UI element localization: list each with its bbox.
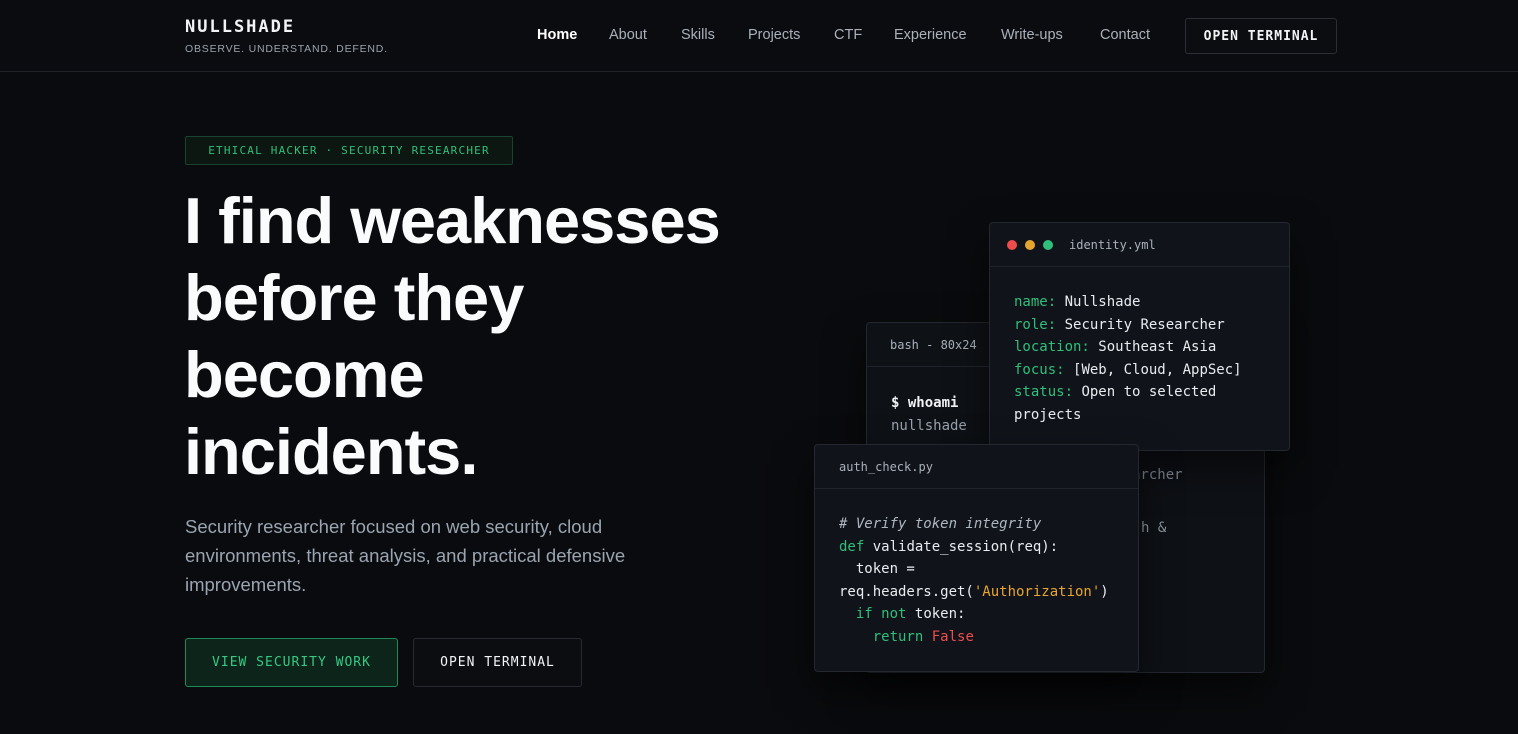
hero-headline: I find weaknesses before they become inc… [184, 182, 784, 490]
identity-field: role: Security Researcher [1014, 314, 1265, 337]
role-badge: ETHICAL HACKER · SECURITY RESEARCHER [185, 136, 513, 165]
code-literal: False [931, 628, 974, 645]
minimize-dot-icon [1025, 239, 1035, 250]
code-text: req.headers.get( [839, 583, 974, 600]
field-key: location: [1014, 339, 1090, 355]
brand-tagline: OBSERVE. UNDERSTAND. DEFEND. [185, 43, 388, 55]
identity-title: identity.yml [1069, 237, 1156, 252]
headline-line: I find weaknesses [184, 184, 721, 257]
bash-command: $ whoami [891, 395, 959, 411]
field-value: Southeast Asia [1098, 339, 1217, 355]
nav-skills[interactable]: Skills [681, 27, 715, 43]
code-text: token = [839, 561, 915, 577]
open-terminal-button[interactable]: OPEN TERMINAL [413, 638, 582, 687]
nav-experience[interactable]: Experience [894, 27, 967, 43]
code-keyword: not [881, 606, 907, 622]
nav-projects[interactable]: Projects [748, 27, 800, 43]
identity-titlebar: identity.yml [990, 223, 1289, 267]
auth-check-window: auth_check.py # Verify token integrity d… [814, 444, 1139, 672]
open-terminal-header-button[interactable]: OPEN TERMINAL [1185, 18, 1337, 54]
site-header: NULLSHADE OBSERVE. UNDERSTAND. DEFEND. H… [0, 0, 1518, 72]
identity-body: name: Nullshade role: Security Researche… [990, 267, 1289, 450]
identity-field: name: Nullshade [1014, 291, 1265, 314]
field-key: name: [1014, 294, 1057, 310]
code-comment: # Verify token integrity [839, 516, 1042, 532]
bash-partial-line: archer [1132, 467, 1183, 483]
field-key: role: [1014, 316, 1057, 333]
code-keyword: if [855, 606, 873, 622]
nav-write-ups[interactable]: Write-ups [1001, 27, 1063, 43]
auth-code: # Verify token integrity def validate_se… [815, 489, 1138, 672]
code-text: ) [1100, 583, 1109, 600]
view-security-work-button[interactable]: VIEW SECURITY WORK [185, 638, 398, 687]
brand[interactable]: NULLSHADE OBSERVE. UNDERSTAND. DEFEND. [185, 17, 388, 55]
identity-field: location: Southeast Asia [1014, 336, 1265, 359]
identity-window: identity.yml name: Nullshade role: Secur… [989, 222, 1290, 451]
headline-line: incidents. [184, 415, 478, 488]
code-keyword: return [872, 628, 924, 645]
headline-line: before they [184, 261, 524, 334]
bash-output: nullshade [891, 417, 967, 434]
code-text: validate_session(req): [872, 538, 1059, 555]
auth-title: auth_check.py [815, 445, 1138, 489]
field-value: Security Researcher [1064, 316, 1225, 333]
code-keyword: def [839, 538, 865, 555]
nav-home[interactable]: Home [537, 27, 577, 43]
code-string: 'Authorization' [973, 583, 1101, 600]
headline-line: become [184, 338, 425, 411]
nav-contact[interactable]: Contact [1100, 27, 1150, 43]
nav-ctf[interactable]: CTF [834, 27, 862, 43]
field-key: focus: [1014, 361, 1065, 378]
identity-field: status: Open to selected projects [1014, 381, 1265, 426]
field-value: Nullshade [1064, 294, 1141, 310]
nav-about[interactable]: About [609, 27, 647, 43]
code-text: token: [914, 606, 966, 622]
maximize-dot-icon [1043, 239, 1053, 250]
field-value: [Web, Cloud, AppSec] [1073, 361, 1242, 378]
identity-field: focus: [Web, Cloud, AppSec] [1014, 359, 1265, 382]
field-key: status: [1014, 384, 1074, 400]
close-dot-icon [1007, 239, 1017, 250]
bash-partial-line: h & [1141, 520, 1167, 536]
hero-lead: Security researcher focused on web secur… [185, 516, 626, 595]
brand-name[interactable]: NULLSHADE [185, 17, 388, 37]
